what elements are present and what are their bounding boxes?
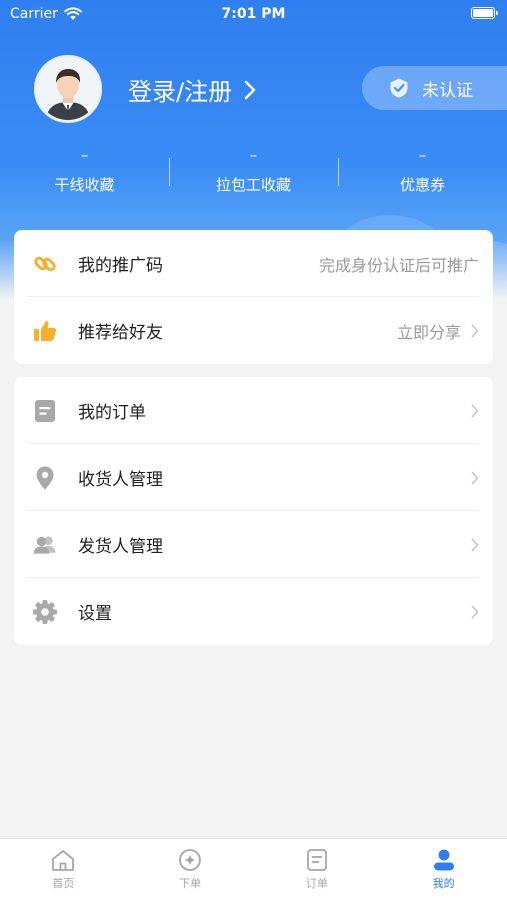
recommend-friend-row[interactable]: 推荐给好友 立即分享: [14, 297, 493, 364]
battery-icon: [471, 7, 498, 19]
link-icon: [32, 251, 58, 277]
order-list-icon: [306, 849, 327, 871]
shield-check-icon: [390, 78, 408, 98]
compass-icon: [179, 849, 202, 871]
chevron-right-icon: [471, 538, 479, 551]
stat-label: 优惠券: [399, 176, 445, 194]
status-time: 7:01 PM: [221, 6, 286, 22]
stat-label: 干线收藏: [54, 176, 115, 194]
promo-code-row[interactable]: 我的推广码 完成身份认证后可推广: [14, 230, 493, 297]
chevron-right-icon: [471, 404, 479, 417]
chevron-right-icon: [471, 605, 479, 618]
stat-divider: [169, 158, 170, 186]
promo-card: 我的推广码 完成身份认证后可推广 推荐给好友 立即分享: [14, 230, 493, 364]
menu-item-consignor[interactable]: 发货人管理: [14, 511, 493, 578]
row-chevron: [471, 578, 479, 645]
stat-divider: [338, 158, 339, 186]
chevron-right-icon: [471, 324, 479, 337]
tab-bar: 首页 下单 订单 我的: [0, 838, 507, 900]
chevron-right-icon: [244, 80, 256, 99]
login-register-link[interactable]: 登录/注册: [128, 72, 256, 107]
row-hint: 完成身份认证后可推广: [319, 230, 479, 297]
gear-icon: [32, 599, 58, 625]
row-hint-text: 完成身份认证后可推广: [318, 255, 479, 275]
tab-label: 我的: [432, 877, 455, 890]
tab-label: 订单: [305, 877, 328, 890]
user-avatar-icon: [37, 58, 99, 120]
share-action[interactable]: 立即分享: [397, 297, 479, 364]
tab-label: 下单: [179, 877, 202, 890]
document-icon: [32, 398, 58, 424]
tab-place-order[interactable]: 下单: [127, 839, 254, 900]
user-icon: [433, 849, 454, 871]
row-hint-text: 立即分享: [396, 322, 461, 342]
avatar[interactable]: [34, 55, 102, 123]
home-icon: [52, 850, 75, 871]
row-label: 收货人管理: [78, 470, 163, 490]
row-label: 我的订单: [78, 403, 146, 423]
status-bar: Carrier 7:01 PM: [0, 0, 507, 28]
row-label: 我的推广码: [78, 256, 163, 276]
login-register-label: 登录/注册: [128, 78, 233, 106]
stat-trunk-favorites[interactable]: – 干线收藏: [0, 140, 169, 200]
stat-value: –: [80, 146, 89, 164]
location-pin-icon: [32, 465, 58, 491]
tab-home[interactable]: 首页: [0, 839, 127, 900]
menu-card: 我的订单 收货人管理 发货人管理 设置: [14, 377, 493, 645]
tab-mine[interactable]: 我的: [380, 839, 507, 900]
row-label: 设置: [78, 604, 112, 624]
row-label: 发货人管理: [78, 537, 163, 557]
row-label: 推荐给好友: [78, 323, 163, 343]
tab-orders[interactable]: 订单: [254, 839, 381, 900]
certification-status: 未认证: [422, 80, 473, 101]
row-chevron: [471, 444, 479, 511]
thumbs-up-icon: [32, 318, 58, 344]
stat-label: 拉包工收藏: [215, 176, 291, 194]
row-chevron: [471, 377, 479, 444]
menu-item-settings[interactable]: 设置: [14, 578, 493, 645]
people-icon: [32, 532, 58, 558]
menu-item-orders[interactable]: 我的订单: [14, 377, 493, 444]
stat-value: –: [249, 146, 258, 164]
menu-item-consignee[interactable]: 收货人管理: [14, 444, 493, 511]
stat-coupons[interactable]: – 优惠券: [338, 140, 507, 200]
stat-value: –: [418, 146, 427, 164]
stat-porter-favorites[interactable]: – 拉包工收藏: [169, 140, 338, 200]
chevron-right-icon: [471, 471, 479, 484]
stats-bar: – 干线收藏 – 拉包工收藏 – 优惠券: [0, 140, 507, 200]
row-chevron: [471, 511, 479, 578]
certification-badge[interactable]: 未认证: [362, 66, 507, 110]
tab-label: 首页: [52, 877, 75, 890]
